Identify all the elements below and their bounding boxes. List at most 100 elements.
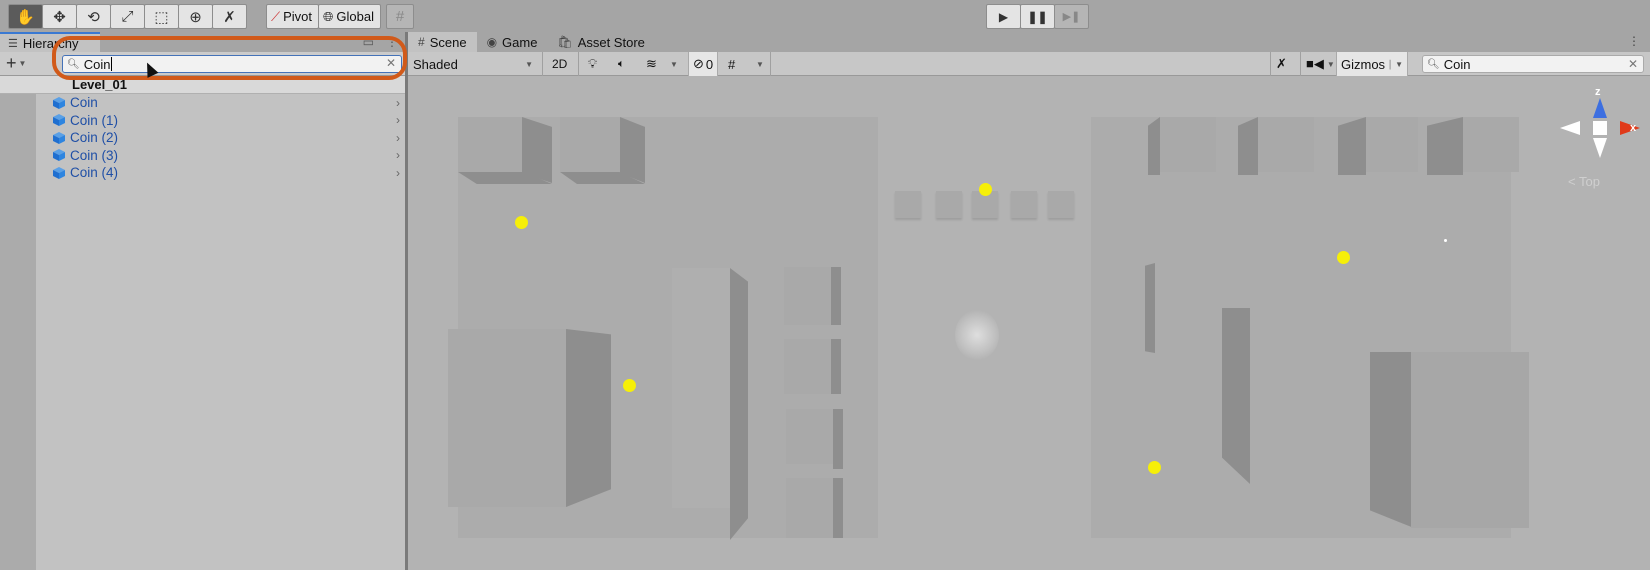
item-label: Coin (3) xyxy=(70,147,119,163)
lighting-toggle[interactable]: 💡︎ xyxy=(588,54,597,74)
pivot-button[interactable]: ⟋ Pivot xyxy=(266,4,320,29)
scale-icon: ⤢ xyxy=(121,8,134,25)
rotate-icon: ⟲ xyxy=(87,8,100,26)
wall-shade xyxy=(1427,117,1463,175)
pause-button[interactable]: ❚❚ xyxy=(1020,4,1055,29)
more-icon[interactable]: ⋮ xyxy=(1628,34,1640,48)
draw-mode-dropdown[interactable]: Shaded ▼ xyxy=(413,54,533,74)
wall-block xyxy=(1411,352,1529,528)
list-item[interactable]: Coin (2) › xyxy=(0,129,406,147)
list-item[interactable]: Coin › xyxy=(0,94,406,112)
text-cursor xyxy=(111,57,113,71)
lock-icon[interactable]: ▭ xyxy=(363,35,374,49)
scene-root-label[interactable]: Level_01 xyxy=(0,76,406,94)
eye-slash-icon: ⊘ xyxy=(693,56,704,71)
tab-hierarchy[interactable]: ☰ Hierarchy xyxy=(0,32,100,52)
coin-marker[interactable] xyxy=(979,183,992,196)
platform-block xyxy=(895,191,921,218)
item-label: Coin (4) xyxy=(70,165,119,181)
clear-search-icon[interactable]: ✕ xyxy=(386,56,396,70)
chevron-right-icon[interactable]: › xyxy=(396,96,400,110)
list-item[interactable]: Coin (1) › xyxy=(0,112,406,130)
gameobject-cube-icon xyxy=(53,149,65,162)
list-item[interactable]: Coin (3) › xyxy=(0,147,406,165)
coin-marker[interactable] xyxy=(1148,461,1161,474)
list-item[interactable]: Coin (4) › xyxy=(0,164,406,182)
mode-2d-toggle[interactable]: 2D xyxy=(552,54,567,74)
view-back-icon: < xyxy=(1568,174,1576,189)
rect-icon: ⬚ xyxy=(154,8,169,26)
scene-viewport[interactable]: z x < Top xyxy=(408,76,1650,570)
camera-settings-button[interactable]: ■◀ ▼ xyxy=(1306,54,1335,74)
wall-shade xyxy=(1338,117,1366,175)
clear-search-icon[interactable]: ✕ xyxy=(1628,57,1638,71)
hand-tool-button[interactable]: ✋ xyxy=(8,4,43,29)
tab-asset-store[interactable]: 🛍︎ Asset Store xyxy=(547,32,654,52)
grid-snap-button[interactable]: # xyxy=(386,4,414,29)
scale-tool-button[interactable]: ⤢ xyxy=(110,4,145,29)
chevron-right-icon[interactable]: › xyxy=(396,166,400,180)
chevron-right-icon[interactable]: › xyxy=(396,113,400,127)
grid-dropdown[interactable]: ▼ xyxy=(756,54,764,74)
tab-label: Asset Store xyxy=(577,34,645,50)
create-button[interactable]: + ▼ xyxy=(6,53,26,74)
tools-button[interactable]: ✗ xyxy=(1276,54,1287,74)
hand-icon: ✋ xyxy=(16,8,35,26)
transform-tool-button[interactable]: ⊕ xyxy=(178,4,213,29)
tab-game[interactable]: ◉ Game xyxy=(477,32,548,52)
view-label-text: Top xyxy=(1578,174,1600,189)
scene-search-value: Coin xyxy=(1443,56,1471,72)
rotate-tool-button[interactable]: ⟲ xyxy=(76,4,111,29)
draw-mode-value: Shaded xyxy=(413,56,458,72)
wall-shade xyxy=(833,409,843,469)
coin-marker[interactable] xyxy=(515,216,528,229)
audio-toggle[interactable]: 🔈︎ xyxy=(618,54,625,74)
step-icon: ▶❚ xyxy=(1062,11,1081,23)
wall-block xyxy=(448,329,568,507)
effects-dropdown[interactable]: ▼ xyxy=(670,54,678,74)
transform-tools: ✋ ✥ ⟲ ⤢ ⬚ ⊕ ✗ xyxy=(8,4,247,29)
step-button[interactable]: ▶❚ xyxy=(1054,4,1089,29)
wall-block xyxy=(1160,117,1216,172)
wall-shade xyxy=(1145,263,1155,353)
play-controls: ▶ ❚❚ ▶❚ xyxy=(986,4,1089,29)
tab-label: Scene xyxy=(429,34,467,50)
scene-search-input[interactable]: 🔍︎ Coin ✕ xyxy=(1422,55,1644,73)
divider xyxy=(1270,52,1271,76)
gizmos-dropdown[interactable]: Gizmos │ ▼ xyxy=(1336,52,1408,76)
more-icon[interactable]: ⋮ xyxy=(386,35,398,49)
chevron-right-icon[interactable]: › xyxy=(396,148,400,162)
custom-tool-button[interactable]: ✗ xyxy=(212,4,247,29)
z-axis-cone[interactable] xyxy=(1593,98,1607,118)
gameobject-cube-icon xyxy=(53,131,65,144)
global-button[interactable]: 🌐︎ Global xyxy=(318,4,381,29)
neg-z-axis-cone[interactable] xyxy=(1593,138,1607,158)
chevron-down-icon: ▼ xyxy=(525,59,533,69)
wall-shade xyxy=(833,478,843,538)
center-cube[interactable] xyxy=(1593,121,1607,135)
coin-marker[interactable] xyxy=(623,379,636,392)
coin-marker[interactable] xyxy=(1337,251,1350,264)
view-label[interactable]: < Top xyxy=(1568,174,1600,189)
grid-toggle[interactable]: # xyxy=(728,54,735,74)
neg-x-axis-cone[interactable] xyxy=(1560,121,1580,135)
wall-shade xyxy=(1222,308,1250,484)
transform-icon: ⊕ xyxy=(189,8,202,26)
chevron-right-icon[interactable]: › xyxy=(396,131,400,145)
tab-scene[interactable]: # Scene xyxy=(408,32,477,52)
play-button[interactable]: ▶ xyxy=(986,4,1021,29)
scene-toolbar: Shaded ▼ 2D 💡︎ 🔈︎ ≋ ▼ ⊘ 0 # ▼ ✗ ■◀ ▼ Giz… xyxy=(408,52,1650,76)
search-value: Coin xyxy=(83,56,111,72)
pivot-icon: ⟋ xyxy=(271,8,281,24)
rect-tool-button[interactable]: ⬚ xyxy=(144,4,179,29)
move-tool-button[interactable]: ✥ xyxy=(42,4,77,29)
hidden-objects-toggle[interactable]: ⊘ 0 xyxy=(688,52,719,76)
wall-shade xyxy=(831,267,841,325)
play-icon: ▶ xyxy=(998,9,1009,24)
item-label: Coin (1) xyxy=(70,112,119,128)
tab-label: Game xyxy=(502,34,538,50)
hierarchy-tabbar: ☰ Hierarchy ▭ ⋮ xyxy=(0,32,406,52)
camera-icon: ■◀ xyxy=(1306,56,1324,71)
hierarchy-search-input[interactable]: 🔍︎ Coin ✕ xyxy=(62,55,402,73)
effects-toggle[interactable]: ≋ xyxy=(646,54,657,74)
